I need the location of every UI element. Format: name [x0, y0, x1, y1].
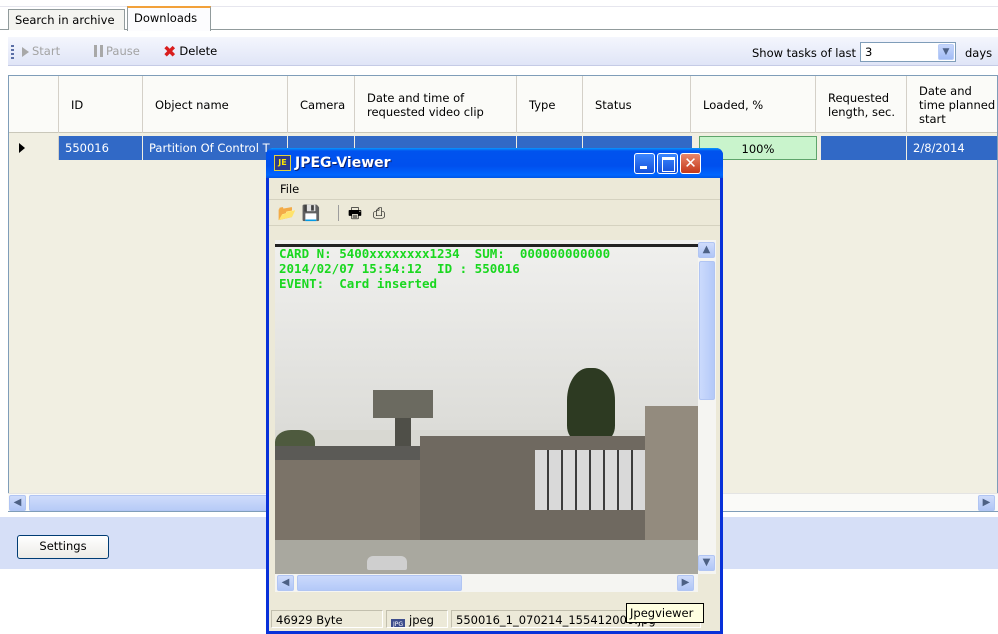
- scroll-left-icon[interactable]: ◀: [9, 495, 26, 511]
- status-file-size: 46929 Byte: [271, 610, 383, 628]
- cell-requested-length[interactable]: [821, 136, 907, 160]
- tab-downloads[interactable]: Downloads: [127, 6, 211, 31]
- close-button[interactable]: ✕: [680, 153, 701, 174]
- status-type-label: jpeg: [409, 613, 434, 627]
- image-car: [367, 556, 407, 570]
- minimize-button[interactable]: [634, 153, 655, 174]
- viewer-title: JPEG-Viewer: [295, 155, 391, 171]
- column-object-name[interactable]: Object name: [143, 76, 288, 133]
- viewer-vscroll-thumb[interactable]: [699, 261, 715, 400]
- grid-scroll-thumb[interactable]: [29, 495, 269, 511]
- jpeg-file-icon: JPG: [391, 619, 405, 627]
- column-camera[interactable]: Camera: [288, 76, 355, 133]
- viewer-vertical-scrollbar[interactable]: ▲ ▼: [698, 240, 716, 574]
- grid-header: ID Object name Camera Date and time of r…: [9, 76, 997, 133]
- image-water-tower: [373, 390, 433, 418]
- tooltip: Jpegviewer: [626, 603, 704, 623]
- pause-label: Pause: [106, 44, 140, 58]
- print-preview-icon[interactable]: ⎙: [369, 203, 389, 223]
- camera-snapshot-image: CARD N: 5400xxxxxxxx1234 SUM: 0000000000…: [275, 240, 698, 574]
- image-building-windows: [535, 450, 645, 510]
- save-icon[interactable]: 💾: [301, 203, 321, 223]
- settings-button[interactable]: Settings: [17, 535, 109, 559]
- overlay-line-event: EVENT: Card inserted: [279, 276, 438, 291]
- toolbar-grip[interactable]: [11, 45, 14, 59]
- viewer-toolbar: 📂 💾 🖶 ⎙: [269, 200, 720, 226]
- image-water-tower-base: [395, 418, 411, 448]
- toolbar-separator: [338, 205, 339, 221]
- column-date-time[interactable]: Date and time of requested video clip: [355, 76, 517, 133]
- downloads-toolbar: Start Pause ✖ Delete Show tasks of last 3…: [8, 37, 998, 66]
- open-folder-icon[interactable]: 📂: [277, 203, 297, 223]
- column-planned-start[interactable]: Date and time planned start: [907, 76, 997, 133]
- jpeg-viewer-window: JE JPEG-Viewer ✕ File 📂 💾 🖶 ⎙ CARD N: 54…: [266, 148, 723, 634]
- viewer-menu-bar: File: [269, 178, 720, 200]
- viewer-scroll-left-icon[interactable]: ◀: [277, 575, 294, 591]
- column-id[interactable]: ID: [59, 76, 143, 133]
- play-icon: [22, 47, 29, 57]
- viewer-scroll-right-icon[interactable]: ▶: [677, 575, 694, 591]
- chevron-down-icon[interactable]: ▼: [938, 44, 954, 60]
- jpeg-app-icon: JE: [274, 155, 291, 171]
- column-requested-length[interactable]: Requested length, sec.: [816, 76, 907, 133]
- viewer-title-bar[interactable]: JE JPEG-Viewer ✕: [266, 148, 723, 178]
- days-value: 3: [865, 45, 873, 59]
- show-tasks-label: Show tasks of last: [752, 46, 857, 60]
- row-header-corner: [9, 76, 59, 133]
- scroll-down-icon[interactable]: ▼: [698, 555, 715, 571]
- column-loaded[interactable]: Loaded, %: [691, 76, 816, 133]
- days-combo[interactable]: 3 ▼: [860, 42, 956, 62]
- overlay-line-card: CARD N: 5400xxxxxxxx1234 SUM: 0000000000…: [279, 246, 611, 261]
- overlay-line-date: 2014/02/07 15:54:12 ID : 550016: [279, 261, 520, 276]
- delete-label: Delete: [179, 44, 218, 58]
- status-file-type: JPG jpeg: [386, 610, 448, 628]
- column-type[interactable]: Type: [517, 76, 583, 133]
- cell-id[interactable]: 550016: [59, 136, 143, 160]
- tab-search-in-archive[interactable]: Search in archive: [8, 9, 125, 30]
- start-button[interactable]: Start: [22, 44, 60, 60]
- cell-planned-start[interactable]: 2/8/2014: [907, 136, 997, 160]
- start-label: Start: [32, 44, 61, 58]
- close-icon: ✕: [684, 154, 697, 172]
- viewer-hscroll-thumb[interactable]: [297, 575, 462, 591]
- row-selector-icon[interactable]: [9, 136, 59, 160]
- tab-bar: Search in archive Downloads: [0, 0, 998, 31]
- pause-icon: [94, 45, 103, 57]
- delete-x-icon: ✖: [163, 42, 177, 61]
- scroll-up-icon[interactable]: ▲: [698, 242, 715, 258]
- days-label: days: [965, 46, 993, 60]
- delete-button[interactable]: ✖ Delete: [163, 44, 217, 60]
- print-icon[interactable]: 🖶: [345, 203, 365, 223]
- menu-file[interactable]: File: [280, 182, 299, 196]
- image-ground: [275, 540, 698, 574]
- scroll-right-icon[interactable]: ▶: [978, 495, 995, 511]
- viewer-horizontal-scrollbar[interactable]: ◀ ▶: [275, 574, 698, 592]
- column-status[interactable]: Status: [583, 76, 691, 133]
- pause-button[interactable]: Pause: [94, 44, 140, 60]
- image-tree: [567, 368, 615, 440]
- image-text-overlay: CARD N: 5400xxxxxxxx1234 SUM: 0000000000…: [279, 246, 610, 291]
- maximize-button[interactable]: [657, 153, 678, 174]
